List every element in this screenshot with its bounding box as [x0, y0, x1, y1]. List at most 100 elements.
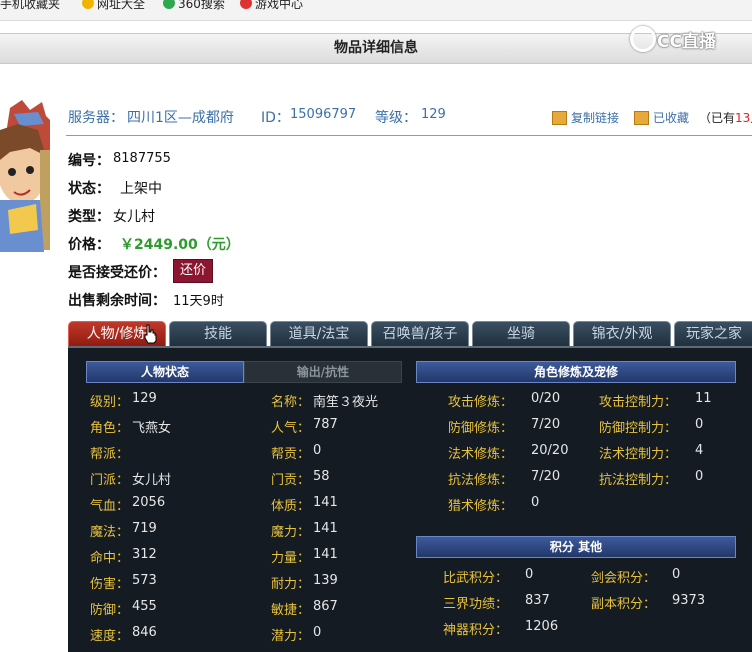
stat-label: 防御控制力：: [599, 421, 678, 436]
tab-skills[interactable]: 技能: [169, 321, 267, 347]
bargain-label: 是否接受还价：: [68, 265, 166, 281]
divider: [66, 135, 752, 136]
tab-pets-children[interactable]: 召唤兽/孩子: [371, 321, 469, 347]
stat-label: 门贡：: [271, 473, 311, 488]
stat-label: 魔法：: [90, 525, 130, 540]
bookmark-360-search[interactable]: 360搜索: [163, 0, 225, 11]
stat-value: 0: [525, 567, 534, 582]
stat-value: 飞燕女: [132, 421, 172, 436]
character-panel: 人物状态 输出/抗性 角色修炼及宠修 积分 其他 级别： 129 角色： 飞燕女 帮派：…: [68, 346, 752, 652]
stat-label: 敏捷：: [271, 603, 311, 618]
stat-value: 139: [313, 573, 338, 588]
stat-label: 门派：: [90, 473, 130, 488]
stat-label: 神器积分：: [443, 623, 509, 638]
character-avatar: [0, 100, 50, 252]
stat-label: 伤害：: [90, 577, 130, 592]
stat-label: 防御：: [90, 603, 130, 618]
stat-label: 法术修炼：: [448, 447, 514, 462]
bookmark-mobile-favorites[interactable]: 手机收藏夹: [0, 0, 60, 11]
bargain-button[interactable]: 还价: [173, 259, 213, 283]
bookmark-label: 游戏中心: [255, 0, 304, 11]
stat-value: 0: [695, 469, 704, 484]
band-points-other: 积分 其他: [416, 536, 736, 558]
stat-value: 719: [132, 521, 157, 536]
stat-value: 女儿村: [132, 473, 172, 488]
tab-outfits[interactable]: 锦衣/外观: [573, 321, 671, 347]
mouse-cursor-icon: [144, 324, 157, 344]
stat-label: 法术控制力：: [599, 447, 678, 462]
band-character-status[interactable]: 人物状态: [86, 361, 244, 383]
number-value: 8187755: [113, 151, 171, 166]
stat-label: 帮贡：: [271, 447, 311, 462]
copy-link-button[interactable]: 复制链接: [552, 109, 619, 126]
bookmark-label: 网址大全: [97, 0, 146, 11]
stat-label: 级别：: [90, 395, 130, 410]
favorite-count: （已有13人: [699, 109, 752, 126]
stat-label: 猎术修炼：: [448, 499, 514, 514]
bookmarks-bar: 手机收藏夹 网址大全 360搜索 游戏中心: [0, 0, 752, 21]
bookmark-label: 手机收藏夹: [0, 0, 61, 11]
360-search-icon: [163, 0, 175, 9]
stat-value: 58: [313, 469, 330, 484]
bookmark-game-center[interactable]: 游戏中心: [240, 0, 303, 11]
stat-value: 0: [313, 625, 322, 640]
stat-label: 命中：: [90, 551, 130, 566]
bookmark-label: 360搜索: [178, 0, 225, 11]
price-value: ￥2449.00（元）: [120, 237, 240, 253]
stat-value: 837: [525, 593, 550, 608]
stat-label: 比武积分：: [443, 571, 509, 586]
stat-value: 7/20: [531, 417, 561, 432]
stat-label: 体质：: [271, 499, 311, 514]
stat-value: 846: [132, 625, 157, 640]
copy-link-icon: [552, 110, 567, 125]
stat-label: 攻击控制力：: [599, 395, 678, 410]
band-output-resistance[interactable]: 输出/抗性: [244, 361, 402, 383]
stat-label: 耐力：: [271, 577, 311, 592]
price-label: 价格：: [68, 237, 110, 253]
stat-value: 11: [695, 391, 712, 406]
fav-count-number: 13: [735, 110, 751, 125]
stat-value: 867: [313, 599, 338, 614]
stat-label: 魔力：: [271, 525, 311, 540]
stat-label: 名称：: [271, 395, 311, 410]
level-label: 等级：: [375, 110, 417, 126]
stat-label: 副本积分：: [591, 597, 657, 612]
band-cultivation: 角色修炼及宠修: [416, 361, 736, 383]
stat-value: 787: [313, 417, 338, 432]
stat-label: 潜力：: [271, 629, 311, 644]
tab-items-treasures[interactable]: 道具/法宝: [270, 321, 368, 347]
logo-text: CC直播: [657, 31, 716, 52]
bookmark-web-directory[interactable]: 网址大全: [82, 0, 145, 11]
stat-value: 0: [531, 495, 540, 510]
status-label: 状态：: [68, 181, 110, 197]
stat-value: 0/20: [531, 391, 561, 406]
stat-label: 攻击修炼：: [448, 395, 514, 410]
stat-label: 抗法控制力：: [599, 473, 678, 488]
favorited-button[interactable]: 已收藏: [634, 109, 689, 126]
favorited-label: 已收藏: [653, 111, 690, 125]
fav-count-prefix: （已有: [699, 111, 736, 125]
remaining-time-label: 出售剩余时间：: [68, 293, 166, 309]
level-value: 129: [421, 107, 446, 122]
game-center-icon: [240, 0, 252, 9]
copy-link-label: 复制链接: [571, 111, 620, 125]
stat-value: 455: [132, 599, 157, 614]
stat-label: 人气：: [271, 421, 311, 436]
stat-value: 7/20: [531, 469, 561, 484]
stat-value: 141: [313, 495, 338, 510]
tab-mounts[interactable]: 坐骑: [472, 321, 570, 347]
number-label: 编号：: [68, 153, 110, 169]
status-value: 上架中: [120, 181, 162, 197]
stat-label: 抗法修炼：: [448, 473, 514, 488]
tab-player-home[interactable]: 玩家之家: [674, 321, 752, 347]
stat-label: 剑会积分：: [591, 571, 657, 586]
stat-value: 129: [132, 391, 157, 406]
stat-value: 0: [313, 443, 322, 458]
stat-value: 4: [695, 443, 704, 458]
stat-label: 气血：: [90, 499, 130, 514]
stat-value: 141: [313, 521, 338, 536]
remaining-time-value: 11天9时: [173, 294, 224, 309]
type-label: 类型：: [68, 209, 110, 225]
cc-logo-icon: [630, 26, 656, 52]
stat-value: 0: [672, 567, 681, 582]
